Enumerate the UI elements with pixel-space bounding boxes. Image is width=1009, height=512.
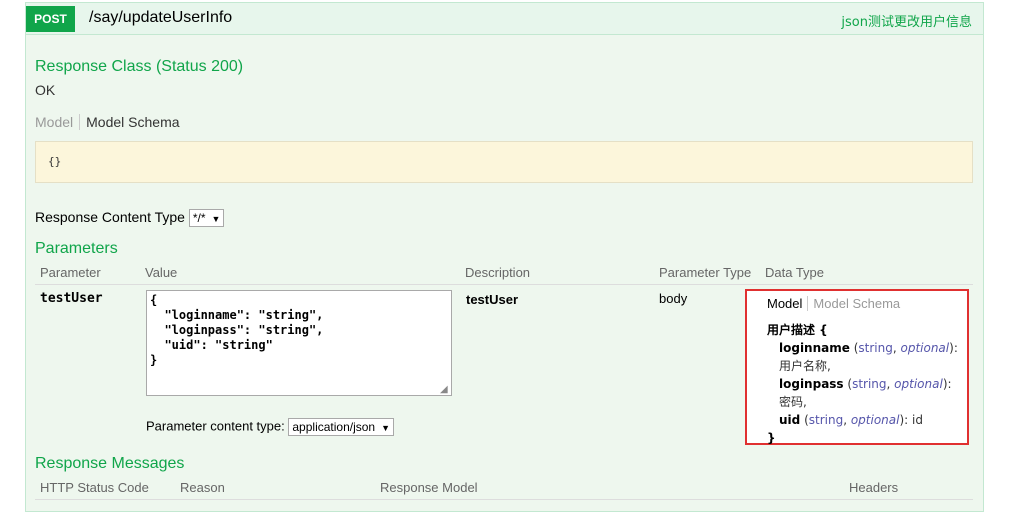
chevron-down-icon: ▼	[211, 214, 221, 225]
operation-summary[interactable]: json测试更改用户信息	[841, 11, 972, 30]
field-type: string	[852, 377, 887, 391]
endpoint-path[interactable]: /say/updateUserInfo	[89, 9, 232, 27]
response-status-text: OK	[35, 82, 56, 98]
chevron-down-icon: ▼	[381, 423, 391, 433]
field-name: loginname	[779, 341, 850, 355]
param-content-type: Parameter content type: application/json…	[146, 418, 395, 436]
model-field: loginpass (string, optional): 密码,	[779, 377, 952, 409]
field-optional: optional	[850, 413, 900, 427]
rm-header-divider	[35, 499, 973, 500]
data-type-model-body: 用户描述 { loginname (string, optional): 用户名…	[767, 321, 967, 447]
response-messages-title: Response Messages	[35, 455, 185, 472]
param-description: testUser	[466, 292, 519, 307]
param-header-description: Description	[465, 265, 531, 280]
field-name: uid	[779, 413, 801, 427]
model-field: uid (string, optional): id	[779, 413, 923, 427]
response-signature[interactable]: {}	[35, 141, 973, 183]
param-header-parameter-type: Parameter Type	[659, 265, 752, 280]
param-type: body	[659, 291, 688, 306]
field-type: string	[808, 413, 844, 427]
rm-header-response-model: Response Model	[380, 480, 478, 495]
response-content-type-value: */*	[192, 211, 206, 226]
operation-header[interactable]: POST /say/updateUserInfo json测试更改用户信息	[26, 3, 983, 35]
response-content-type: Response Content Type */* ▼	[35, 209, 225, 228]
tab-model-schema[interactable]: Model Schema	[80, 114, 179, 130]
model-name: 用户描述 {	[767, 323, 828, 337]
parameters-title: Parameters	[35, 240, 118, 257]
response-model-tabs: Model Model Schema	[35, 114, 180, 130]
field-type: string	[858, 341, 893, 355]
param-header-parameter: Parameter	[40, 265, 101, 280]
tab-model[interactable]: Model	[35, 114, 81, 130]
http-method-badge[interactable]: POST	[26, 6, 75, 32]
param-header-divider	[35, 284, 973, 285]
param-name: testUser	[40, 291, 103, 306]
param-value-textarea[interactable]: { "loginname": "string", "loginpass": "s…	[146, 290, 452, 396]
param-content-type-select[interactable]: application/json ▼	[288, 418, 395, 436]
data-type-tabs: Model Model Schema	[767, 296, 900, 311]
param-header-data-type: Data Type	[765, 265, 825, 280]
response-class-title: Response Class (Status 200)	[35, 58, 244, 75]
response-content-type-select[interactable]: */* ▼	[188, 209, 225, 228]
field-optional: optional	[894, 377, 943, 391]
tab-data-type-model[interactable]: Model	[767, 296, 809, 311]
param-content-type-label: Parameter content type:	[146, 418, 285, 434]
param-header-value: Value	[145, 265, 178, 280]
tab-data-type-schema[interactable]: Model Schema	[808, 296, 900, 311]
field-desc: : id	[904, 413, 923, 427]
data-type-model-box: Model Model Schema 用户描述 { loginname (stri…	[745, 289, 969, 445]
param-content-type-value: application/json	[292, 420, 376, 434]
rm-header-headers: Headers	[849, 480, 899, 495]
resize-grip-icon[interactable]: ◢	[440, 384, 448, 395]
rm-header-status-code: HTTP Status Code	[40, 480, 149, 495]
response-content-type-label: Response Content Type	[35, 209, 185, 225]
operation-panel: POST /say/updateUserInfo json测试更改用户信息 Re…	[25, 2, 984, 512]
model-field: loginname (string, optional): 用户名称,	[779, 341, 958, 373]
rm-header-reason: Reason	[180, 480, 225, 495]
field-name: loginpass	[779, 377, 844, 391]
field-optional: optional	[900, 341, 950, 355]
model-close: }	[767, 431, 776, 445]
